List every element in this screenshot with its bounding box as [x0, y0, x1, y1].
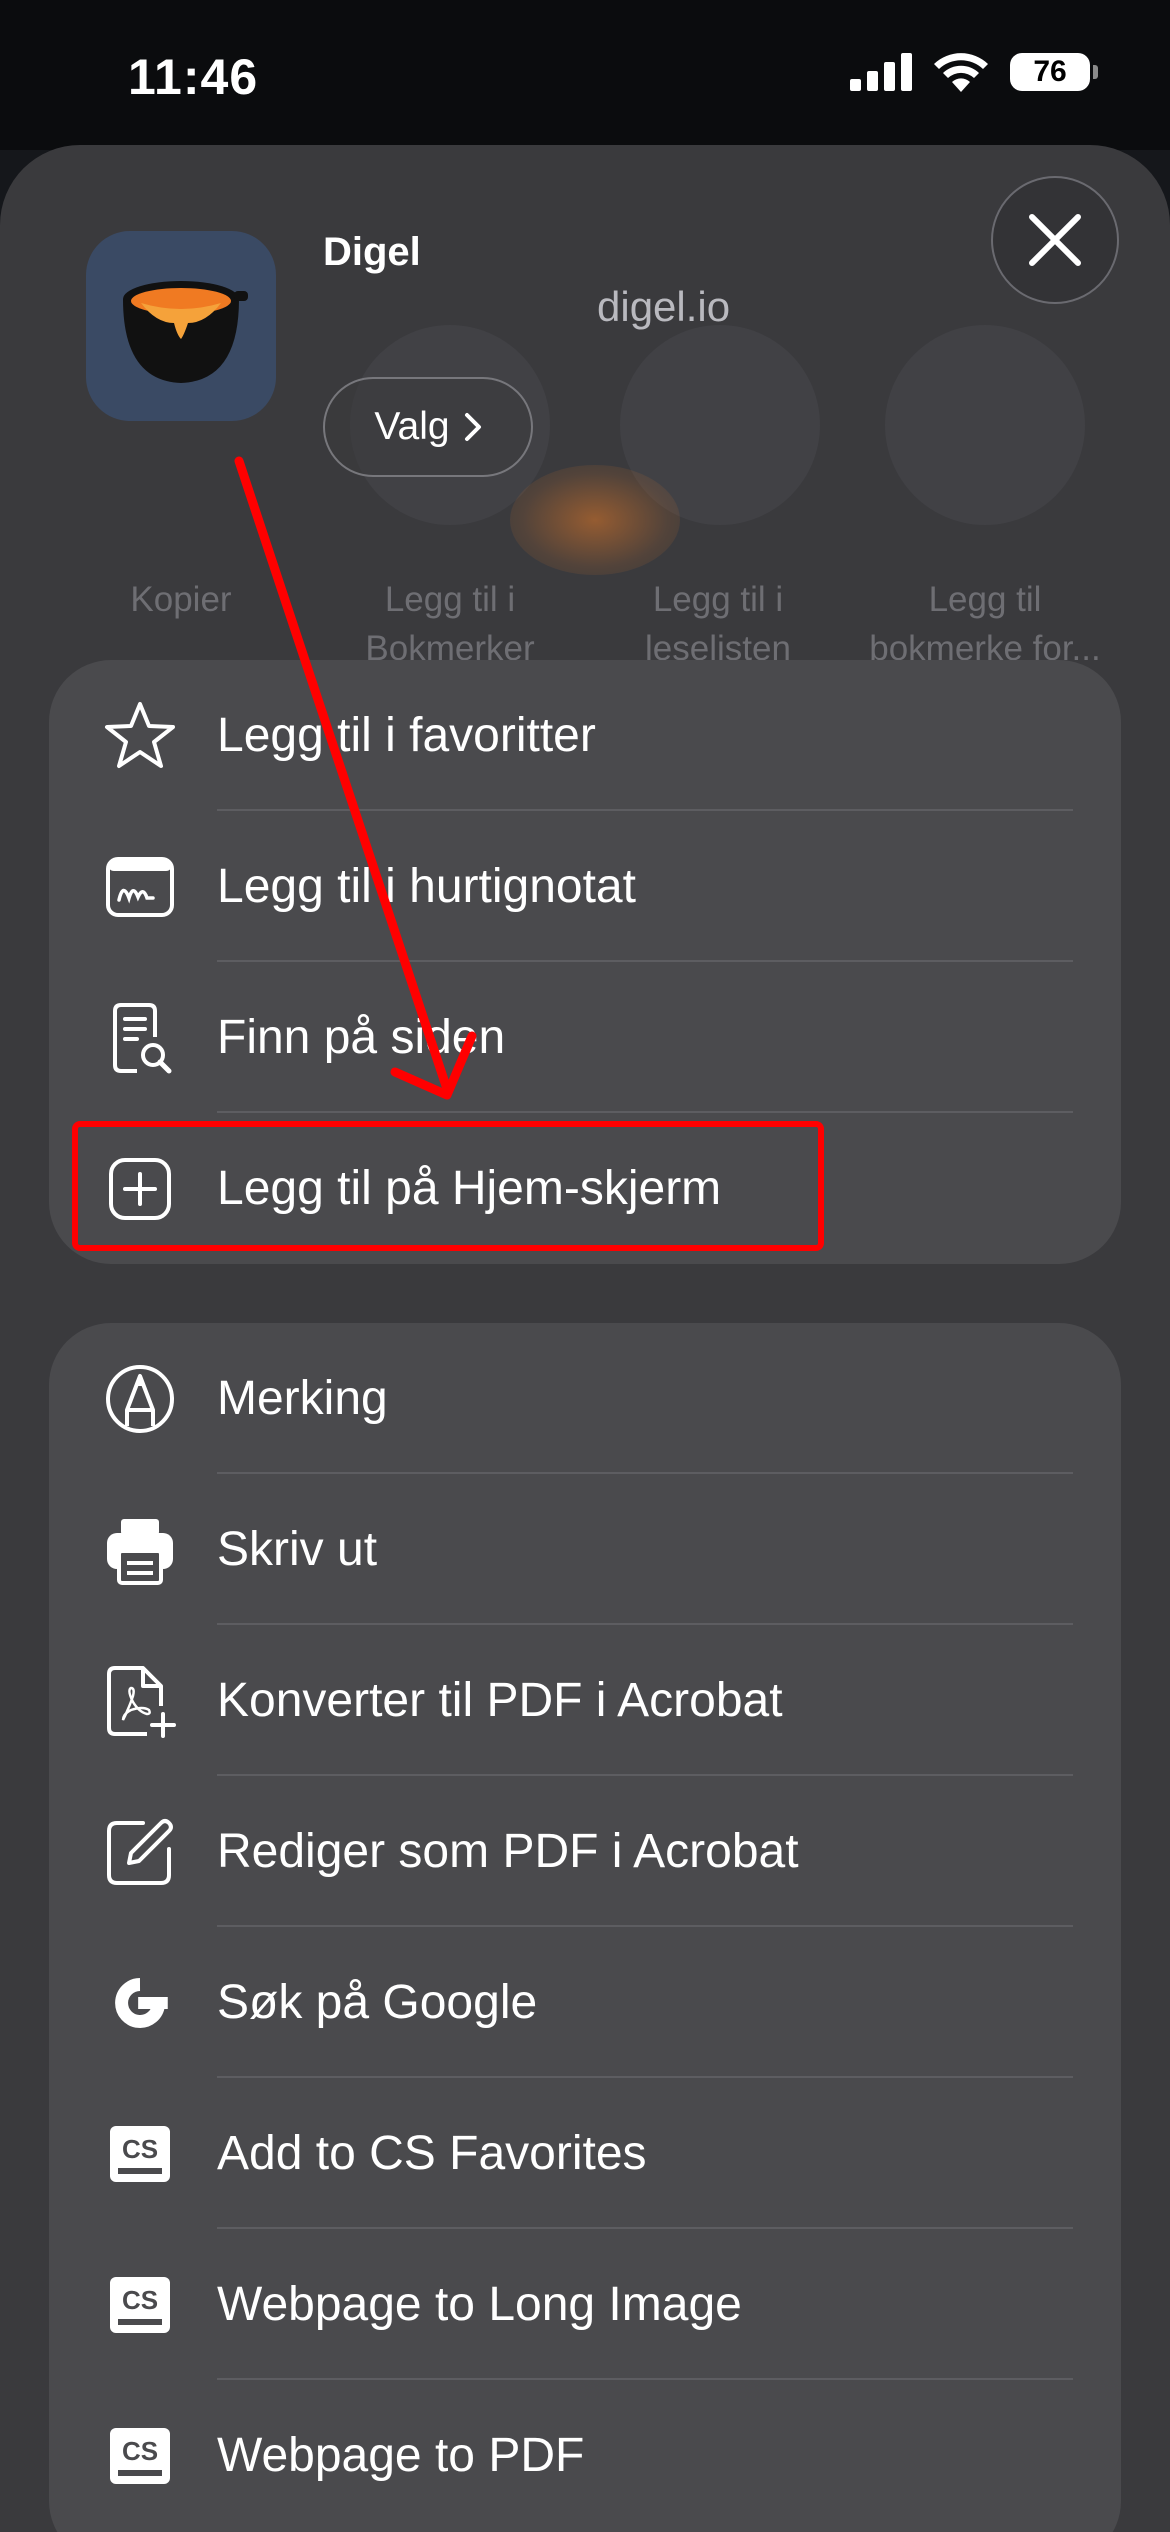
google-icon	[103, 1966, 177, 2040]
crucible-logo-icon	[123, 281, 248, 383]
find-on-page-icon	[103, 1001, 177, 1075]
menu-item-print[interactable]: Skriv ut	[49, 1474, 1121, 1625]
status-time: 11:46	[128, 49, 259, 105]
menu-item-label: Skriv ut	[217, 1523, 378, 1576]
status-icons: 76	[850, 52, 1098, 92]
cs-icon: CS	[103, 2268, 177, 2342]
close-icon	[1029, 214, 1081, 266]
menu-item-search-google[interactable]: Søk på Google	[49, 1927, 1121, 2078]
quick-note-icon	[103, 850, 177, 924]
battery-level: 76	[1033, 55, 1067, 88]
battery-icon: 76	[1010, 53, 1098, 91]
cellular-signal-icon	[850, 53, 912, 91]
menu-item-label: Legg til i favoritter	[217, 709, 596, 762]
options-button[interactable]: Valg	[323, 377, 533, 477]
menu-item-add-to-favorites[interactable]: Legg til i favoritter	[49, 660, 1121, 811]
status-bar: 11:46 76	[0, 0, 1170, 150]
menu-item-label: Merking	[217, 1372, 388, 1425]
chevron-right-icon	[464, 413, 481, 441]
menu-item-webpage-to-pdf[interactable]: CS Webpage to PDF	[49, 2380, 1121, 2531]
menu-item-label: Legg til i hurtignotat	[217, 860, 636, 913]
ghost-label-bookmark-for: Legg til bokmerke for...	[869, 580, 1101, 668]
bookmark-for-action-icon	[885, 325, 1085, 525]
options-button-label: Valg	[374, 405, 450, 448]
blurred-app-glow	[510, 465, 680, 575]
menu-item-label: Finn på siden	[217, 1011, 506, 1064]
app-url: digel.io	[597, 283, 731, 330]
app-icon-digel	[86, 231, 276, 421]
markup-icon	[103, 1362, 177, 1436]
menu-item-label: Webpage to Long Image	[217, 2278, 742, 2331]
cs-icon: CS	[103, 2117, 177, 2191]
ghost-label-copy: Kopier	[130, 580, 232, 619]
menu-item-find-on-page[interactable]: Finn på siden	[49, 962, 1121, 1113]
menu-item-label: Søk på Google	[217, 1976, 538, 2029]
svg-text:CS: CS	[122, 2134, 158, 2164]
menu-item-label: Rediger som PDF i Acrobat	[217, 1825, 799, 1878]
acrobat-edit-icon	[103, 1815, 177, 1889]
wifi-icon	[934, 53, 988, 92]
menu-item-markup[interactable]: Merking	[49, 1323, 1121, 1474]
close-button[interactable]	[991, 176, 1119, 304]
menu-item-label: Add to CS Favorites	[217, 2127, 647, 2180]
share-sheet: Kopier Legg til i Bokmerker Legg til i l…	[0, 145, 1170, 2532]
menu-item-label: Konverter til PDF i Acrobat	[217, 1674, 783, 1727]
cs-icon: CS	[103, 2419, 177, 2493]
menu-item-label: Webpage to PDF	[217, 2429, 585, 2482]
menu-item-add-to-cs-favorites[interactable]: CS Add to CS Favorites	[49, 2078, 1121, 2229]
menu-item-edit-as-pdf[interactable]: Rediger som PDF i Acrobat	[49, 1776, 1121, 1927]
app-name: Digel	[323, 230, 421, 274]
acrobat-convert-icon	[103, 1664, 177, 1738]
printer-icon	[103, 1513, 177, 1587]
star-icon	[103, 699, 177, 773]
ghost-label-reading-list: Legg til i leselisten	[645, 580, 791, 668]
menu-item-convert-to-pdf[interactable]: Konverter til PDF i Acrobat	[49, 1625, 1121, 1776]
svg-text:CS: CS	[122, 2436, 158, 2466]
svg-text:CS: CS	[122, 2285, 158, 2315]
action-group-secondary: Merking Skriv ut Konverter til PDF i Acr…	[49, 1323, 1121, 2532]
annotation-highlight-box	[72, 1121, 824, 1251]
ghost-label-bookmarks: Legg til i Bokmerker	[365, 580, 535, 668]
menu-item-add-to-quick-note[interactable]: Legg til i hurtignotat	[49, 811, 1121, 962]
menu-item-webpage-to-long-image[interactable]: CS Webpage to Long Image	[49, 2229, 1121, 2380]
